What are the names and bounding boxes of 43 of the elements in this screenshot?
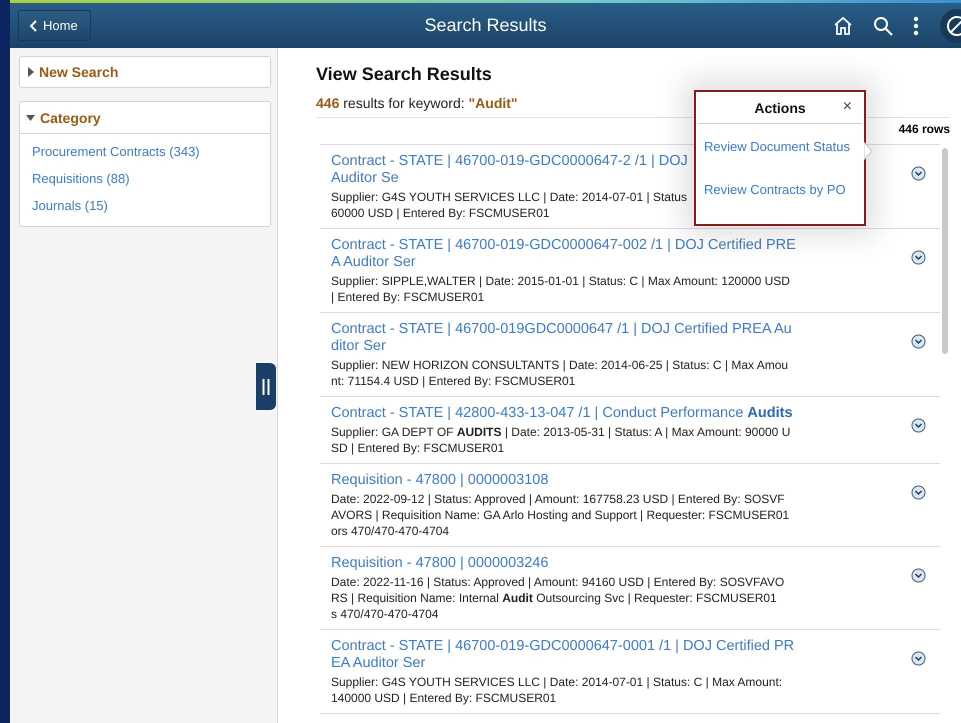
search-icon[interactable] xyxy=(873,16,893,36)
result-link[interactable]: Contract - STATE | 46700-019-GDC0000647-0001 /1 | DOJ Certified PR EA Auditor Ser xyxy=(331,638,794,672)
results-heading: View Search Results xyxy=(316,64,493,85)
category-link[interactable]: Procurement Contracts (343) xyxy=(32,138,258,165)
collapse-handle[interactable] xyxy=(256,363,276,410)
scrollbar[interactable] xyxy=(942,148,948,354)
result-link[interactable]: Contract - STATE | 46700-019-GDC0000647-002 /1 | DOJ Certified PRE A Auditor Ser xyxy=(331,237,796,271)
row-count: 446 rows xyxy=(898,122,950,136)
result-details: Supplier: G4S YOUTH SERVICES LLC | Date: 2014-07-01 | Status 60000 USD | Entered By: FSCMUSER01 xyxy=(331,189,687,221)
home-button[interactable]: Home xyxy=(18,10,91,41)
close-button[interactable]: × xyxy=(840,98,855,116)
chevron-down-circle-icon[interactable] xyxy=(911,568,926,583)
result-details: Supplier: G4S YOUTH SERVICES LLC | Date: 2014-07-01 | Status: C | Max Amount: 140000 USD | Entered By: FSCMUSER01 xyxy=(331,674,782,706)
result-link[interactable]: Requisition - 47800 | 0000003108 xyxy=(331,472,548,489)
chevron-down-circle-icon[interactable] xyxy=(911,334,926,349)
result-link[interactable]: Requisition - 47800 | 0000003246 xyxy=(331,555,548,572)
page-title: Search Results xyxy=(424,15,547,35)
home-icon[interactable] xyxy=(833,16,853,35)
panel-header[interactable]: Category xyxy=(20,102,270,134)
result-link[interactable]: Contract - STATE | 42800-433-13-047 /1 | Conduct Performance Audits xyxy=(331,405,793,422)
action-link[interactable]: Review Contracts by PO xyxy=(698,181,862,198)
chevron-down-circle-icon[interactable] xyxy=(911,651,926,666)
category-link[interactable]: Requisitions (88) xyxy=(32,165,258,192)
triangle-down-icon xyxy=(26,114,35,120)
result-link[interactable]: Contract - STATE | 46700-019-GDC0000647-2 /1 | DOJ Auditor Se xyxy=(331,153,688,187)
result-details: Date: 2022-09-12 | Status: Approved | Amount: 167758.23 USD | Entered By: SOSVF AVORS | Requisition Name: GA Arlo Hosting and Support | Requester: FSCMUSER01 ors 470/470-470-4704 xyxy=(331,491,790,539)
chevron-left-icon xyxy=(29,20,37,32)
chevron-down-circle-icon[interactable] xyxy=(911,485,926,500)
result-link[interactable]: Contract - STATE | 46700-019GDC0000647 /1 | DOJ Certified PREA Au ditor Ser xyxy=(331,321,792,355)
result-details: Supplier: NEW HORIZON CONSULTANTS | Date: 2014-06-25 | Status: C | Max Amou nt: 71154.4 USD | Entered By: FSCMUSER01 xyxy=(331,357,788,389)
chevron-down-circle-icon[interactable] xyxy=(911,418,926,433)
popup-title: Actions xyxy=(754,100,806,116)
chevron-down-circle-icon[interactable] xyxy=(911,166,926,181)
panel-header[interactable]: New Search xyxy=(20,57,270,87)
result-details: Supplier: GA DEPT OF AUDITS | Date: 2013-05-31 | Status: A | Max Amount: 90000 U SD | Entered By: FSCMUSER01 xyxy=(331,424,790,456)
category-link[interactable]: Journals (15) xyxy=(32,192,258,219)
action-link[interactable]: Review Document Status xyxy=(698,138,862,155)
result-details: Date: 2022-11-16 | Status: Approved | Amount: 94160 USD | Entered By: SOSVFAVO RS | Requisition Name: Internal Audit Outsourcing Svc | Requester: FSCMUSER01 s 470/470-470-4704 xyxy=(331,574,784,622)
triangle-right-icon xyxy=(28,67,34,77)
result-details: Supplier: SIPPLE,WALTER | Date: 2015-01-01 | Status: C | Max Amount: 120000 USD | Entered By: FSCMUSER01 xyxy=(331,273,790,305)
chevron-down-circle-icon[interactable] xyxy=(911,250,926,265)
more-options-icon[interactable] xyxy=(913,16,919,36)
pause-bars-icon xyxy=(262,378,270,394)
